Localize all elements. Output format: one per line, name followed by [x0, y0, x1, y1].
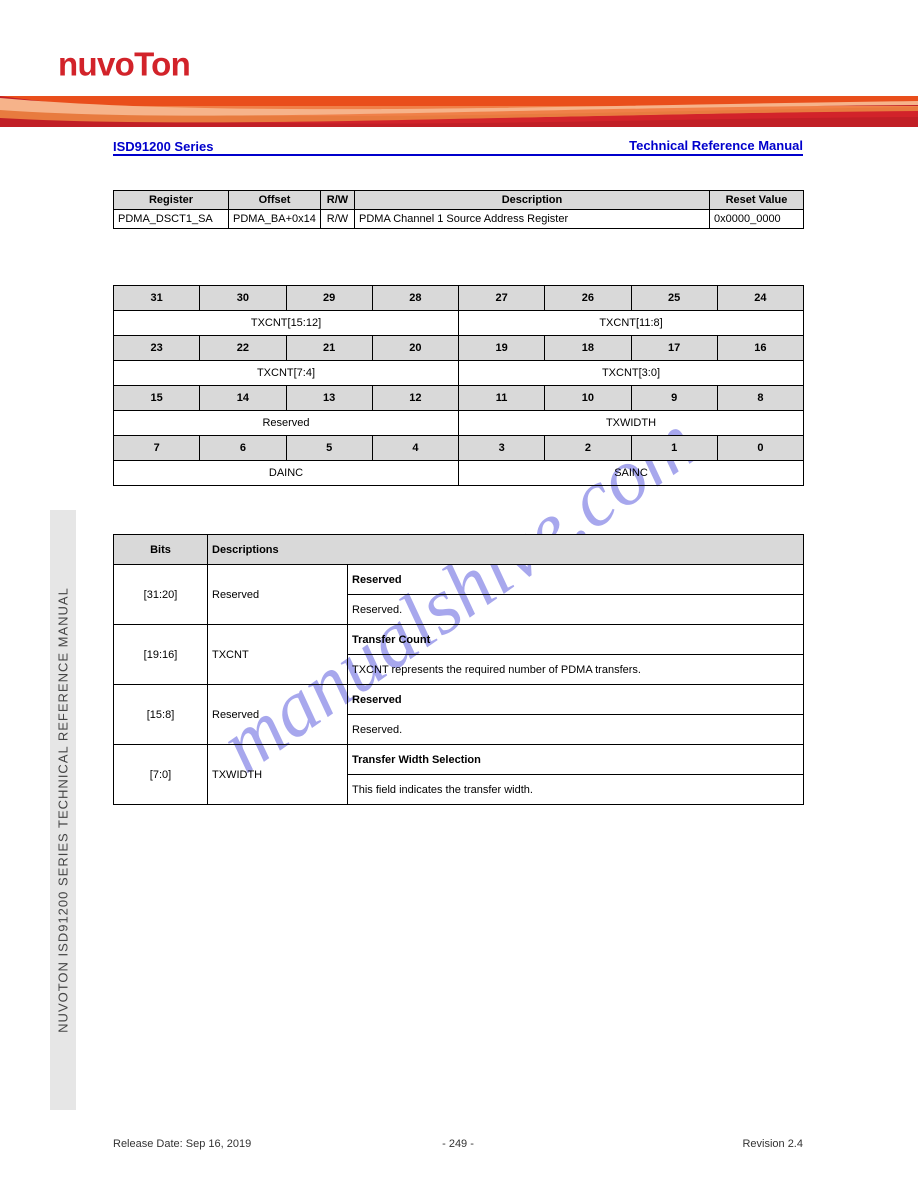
bitfield-table: 31 30 29 28 27 26 25 24 TXCNT[15:12] TXC…: [113, 285, 804, 486]
t1-reset: 0x0000_0000: [710, 210, 804, 229]
bit-24: 24: [717, 286, 803, 311]
bit-6: 6: [200, 436, 286, 461]
t1-desc: PDMA Channel 1 Source Address Register: [355, 210, 710, 229]
t3-bits-0: [31:20]: [114, 565, 208, 625]
header-banner: [0, 96, 918, 127]
field-txid1-bot: DAINC: [114, 461, 459, 486]
t3-field-1: TXCNT: [208, 625, 348, 685]
t1-h-rw: R/W: [321, 191, 355, 210]
bit-14: 14: [200, 386, 286, 411]
t1-row: PDMA_DSCT1_SA PDMA_BA+0x14 R/W PDMA Chan…: [114, 210, 804, 229]
bit-1: 1: [631, 436, 717, 461]
doc-chip-title: ISD91200 Series: [113, 139, 213, 154]
side-label: NUVOTON ISD91200 SERIES TECHNICAL REFERE…: [50, 510, 76, 1110]
field-txid1-hi: TXCNT[15:12]: [114, 311, 459, 336]
t3-bits-2: [15:8]: [114, 685, 208, 745]
t3-title-3: Transfer Width Selection: [348, 745, 804, 775]
t3-desc-1: TXCNT represents the required number of …: [348, 655, 804, 685]
bit-16: 16: [717, 336, 803, 361]
t3-h-bits: Bits: [114, 535, 208, 565]
title-underline: [113, 154, 803, 156]
t3-bits-1: [19:16]: [114, 625, 208, 685]
t3-title-0: Reserved: [348, 565, 804, 595]
bit-7: 7: [114, 436, 200, 461]
footer-right: Revision 2.4: [742, 1138, 803, 1150]
field-txid0-bot: SAINC: [459, 461, 804, 486]
bit-3: 3: [459, 436, 545, 461]
bit-30: 30: [200, 286, 286, 311]
field-txid0-mid: TXCNT[3:0]: [459, 361, 804, 386]
field-txid1-mid: TXCNT[7:4]: [114, 361, 459, 386]
svg-text:nuvoTon: nuvoTon: [58, 46, 190, 83]
t3-bits-3: [7:0]: [114, 745, 208, 805]
t1-h-desc: Description: [355, 191, 710, 210]
t3-field-3: TXWIDTH: [208, 745, 348, 805]
t3-desc-2: Reserved.: [348, 715, 804, 745]
bits-description-table: Bits Descriptions [31:20] Reserved Reser…: [113, 534, 804, 805]
bit-0: 0: [717, 436, 803, 461]
field-txid1-lo: Reserved: [114, 411, 459, 436]
bit-11: 11: [459, 386, 545, 411]
field-txid0-lo: TXWIDTH: [459, 411, 804, 436]
bit-17: 17: [631, 336, 717, 361]
nuvoton-logo: nuvoTon: [58, 44, 278, 88]
field-txid0-hi: TXCNT[11:8]: [459, 311, 804, 336]
bit-8: 8: [717, 386, 803, 411]
t1-register: PDMA_DSCT1_SA: [114, 210, 229, 229]
t3-row: [7:0] TXWIDTH Transfer Width Selection: [114, 745, 804, 775]
t1-h-register: Register: [114, 191, 229, 210]
bit-13: 13: [286, 386, 372, 411]
bit-22: 22: [200, 336, 286, 361]
bit-23: 23: [114, 336, 200, 361]
t3-row: [15:8] Reserved Reserved: [114, 685, 804, 715]
footer: Release Date: Sep 16, 2019 - 249 - Revis…: [113, 1138, 803, 1150]
bit-12: 12: [372, 386, 458, 411]
bit-2: 2: [545, 436, 631, 461]
bit-31: 31: [114, 286, 200, 311]
t1-rw: R/W: [321, 210, 355, 229]
t3-field-2: Reserved: [208, 685, 348, 745]
t3-row: [19:16] TXCNT Transfer Count: [114, 625, 804, 655]
bit-26: 26: [545, 286, 631, 311]
t1-offset: PDMA_BA+0x14: [229, 210, 321, 229]
t3-field-0: Reserved: [208, 565, 348, 625]
t1-h-offset: Offset: [229, 191, 321, 210]
bit-10: 10: [545, 386, 631, 411]
bit-18: 18: [545, 336, 631, 361]
t3-desc-0: Reserved.: [348, 595, 804, 625]
t3-h-desc: Descriptions: [208, 535, 804, 565]
bit-4: 4: [372, 436, 458, 461]
bit-29: 29: [286, 286, 372, 311]
bit-20: 20: [372, 336, 458, 361]
footer-left: Release Date: Sep 16, 2019: [113, 1138, 251, 1150]
bit-28: 28: [372, 286, 458, 311]
register-summary-table: Register Offset R/W Description Reset Va…: [113, 190, 804, 229]
t3-row: [31:20] Reserved Reserved: [114, 565, 804, 595]
t1-h-reset: Reset Value: [710, 191, 804, 210]
t3-title-2: Reserved: [348, 685, 804, 715]
bit-21: 21: [286, 336, 372, 361]
t3-desc-3: This field indicates the transfer width.: [348, 775, 804, 805]
bit-27: 27: [459, 286, 545, 311]
doc-type-title: Technical Reference Manual: [629, 138, 803, 153]
bit-25: 25: [631, 286, 717, 311]
bit-15: 15: [114, 386, 200, 411]
side-label-text: NUVOTON ISD91200 SERIES TECHNICAL REFERE…: [56, 587, 71, 1033]
bit-9: 9: [631, 386, 717, 411]
bit-19: 19: [459, 336, 545, 361]
footer-center: - 249 -: [442, 1138, 474, 1150]
t3-title-1: Transfer Count: [348, 625, 804, 655]
bit-5: 5: [286, 436, 372, 461]
